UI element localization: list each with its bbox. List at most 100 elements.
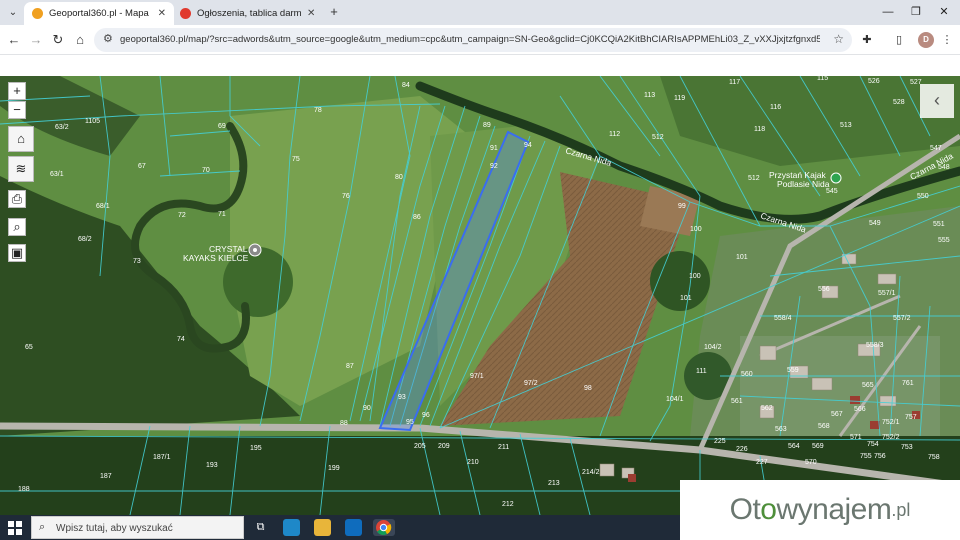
parcel-label: 559 xyxy=(787,367,799,374)
parcel-label: 512 xyxy=(652,134,664,141)
taskbar-search-input[interactable]: ⌕ Wpisz tutaj, aby wyszukać xyxy=(31,516,244,539)
parcel-label: 104/1 xyxy=(666,396,684,403)
panel-collapse-button[interactable]: ‹ xyxy=(920,84,954,118)
parcel-label: 70 xyxy=(202,167,210,174)
parcel-label: 558/3 xyxy=(866,342,884,349)
page-header-strip xyxy=(0,56,960,76)
new-tab-button[interactable]: + xyxy=(326,4,342,20)
parcel-label: 91 xyxy=(490,145,498,152)
reload-icon[interactable]: ↻ xyxy=(48,30,68,50)
parcel-label: 101 xyxy=(736,254,748,261)
parcel-label: 112 xyxy=(609,131,620,138)
parcel-label: 753 xyxy=(901,444,913,451)
file-explorer-icon[interactable] xyxy=(314,519,331,536)
geoportal-favicon-icon xyxy=(32,8,43,19)
parcel-label: 95 xyxy=(406,419,414,426)
close-tab-icon[interactable]: ✕ xyxy=(307,8,315,19)
search-icon[interactable]: ⌕ xyxy=(8,218,26,236)
puzzle-icon[interactable]: ✚ xyxy=(858,31,876,49)
parcel-label: 84 xyxy=(402,82,410,89)
parcel-label: 100 xyxy=(689,273,701,280)
parcel-label: 562 xyxy=(761,405,773,412)
parcel-label: 561 xyxy=(731,398,743,405)
logo-prefix: Ot xyxy=(729,493,761,526)
maximize-icon[interactable]: ❐ xyxy=(906,3,926,21)
parcel-label: 557/2 xyxy=(893,315,911,322)
parcel-label: 550 xyxy=(917,193,929,200)
parcel-label: 72 xyxy=(178,212,186,219)
task-view-icon[interactable]: ⧉ xyxy=(252,519,269,536)
otowynajem-logo: Ot o wynajem .pl xyxy=(680,480,960,540)
tab-search-icon[interactable]: ⌄ xyxy=(4,4,22,21)
parcel-label: 568 xyxy=(818,423,830,430)
przystan-label-line2: Podlasie Nida xyxy=(777,179,830,189)
side-panel-icon[interactable]: ▯ xyxy=(890,31,908,49)
arrow-left-icon[interactable]: ← xyxy=(4,30,24,50)
close-window-icon[interactable]: ✕ xyxy=(934,3,954,21)
parcel-label: 195 xyxy=(250,445,262,452)
parcel-label: 115 xyxy=(817,76,828,82)
close-tab-icon[interactable]: ✕ xyxy=(158,8,166,19)
parcel-label: 111 xyxy=(696,368,707,375)
outlook-icon[interactable] xyxy=(345,519,362,536)
parcel-label: 101 xyxy=(680,295,692,302)
parcel-label: 80 xyxy=(395,174,403,181)
windows-taskbar: ⌕ Wpisz tutaj, aby wyszukać ⧉ xyxy=(0,515,680,540)
parcel-label: 566 xyxy=(854,406,866,413)
parcel-label: 93 xyxy=(398,394,406,401)
parcel-label: 90 xyxy=(363,405,371,412)
site-settings-icon[interactable]: ⚙ xyxy=(103,32,113,45)
search-placeholder: Wpisz tutaj, aby wyszukać xyxy=(56,523,173,534)
parcel-label: 100 xyxy=(690,226,702,233)
parcel-label: 74 xyxy=(177,336,185,343)
map-canvas[interactable]: 1105 63/2 63/1 67 68/1 68/2 69 70 71 72 … xyxy=(0,76,960,515)
parcel-label: 188 xyxy=(18,486,30,493)
parcel-label: 564 xyxy=(788,443,800,450)
parcel-label: 63/2 xyxy=(55,124,69,131)
otodom-favicon-icon xyxy=(180,8,191,19)
edge-icon[interactable] xyxy=(283,519,300,536)
zoom-in-button[interactable]: + xyxy=(8,82,26,100)
parcel-label: 99 xyxy=(678,203,686,210)
logo-o: o xyxy=(760,493,777,526)
three-dots-icon[interactable]: ⋮ xyxy=(938,31,956,49)
windows-start-icon[interactable] xyxy=(8,521,22,535)
address-bar[interactable]: ⚙ geoportal360.pl/map/?src=adwords&utm_s… xyxy=(94,28,852,52)
star-icon[interactable]: ☆ xyxy=(833,32,844,46)
parcel-label: 199 xyxy=(328,465,340,472)
parcel-label: 545 xyxy=(826,188,838,195)
parcel-label: 513 xyxy=(840,122,852,129)
zoom-out-button[interactable]: − xyxy=(8,101,26,119)
parcel-label: 758 xyxy=(928,454,940,461)
avatar[interactable]: D xyxy=(918,32,934,48)
home-icon[interactable]: ⌂ xyxy=(70,30,90,50)
parcel-label: 547 xyxy=(930,145,942,152)
parcel-label: 116 xyxy=(770,104,781,111)
parcel-label: 567 xyxy=(831,411,843,418)
print-icon[interactable]: ⎙ xyxy=(8,190,26,208)
parcel-label: 526 xyxy=(868,78,880,85)
logo-tld: .pl xyxy=(891,499,911,520)
layers-icon[interactable]: ≋ xyxy=(8,156,34,182)
parcel-label: 558/4 xyxy=(774,315,792,322)
parcel-label: 557/1 xyxy=(878,290,896,297)
search-icon: ⌕ xyxy=(39,521,46,533)
parcel-label: 187 xyxy=(100,473,112,480)
minimize-icon[interactable]: — xyxy=(878,3,898,21)
parcel-label: 551 xyxy=(933,221,945,228)
tab-geoportal[interactable]: Geoportal360.pl - Mapa Interak ✕ xyxy=(24,2,174,25)
tab-ogloszenia[interactable]: Ogłoszenia, tablica darmowych ✕ xyxy=(172,2,324,25)
parcel-label: 226 xyxy=(736,446,748,453)
chrome-icon[interactable] xyxy=(373,519,395,536)
arrow-right-icon[interactable]: → xyxy=(26,30,46,50)
home-view-icon[interactable]: ⌂ xyxy=(8,126,34,152)
parcel-label: 570 xyxy=(805,459,817,466)
parcel-label: 97/1 xyxy=(470,373,484,380)
parcel-label: 1105 xyxy=(85,118,100,125)
url-text[interactable]: geoportal360.pl/map/?src=adwords&utm_sou… xyxy=(120,34,820,45)
parcel-label: 88 xyxy=(340,420,348,427)
browser-toolbar: ← → ↻ ⌂ ⚙ geoportal360.pl/map/?src=adwor… xyxy=(0,25,960,55)
parcel-label: 512 xyxy=(748,175,760,182)
parcel-label: 113 xyxy=(644,92,655,99)
fullscreen-icon[interactable]: ▣ xyxy=(8,244,26,262)
